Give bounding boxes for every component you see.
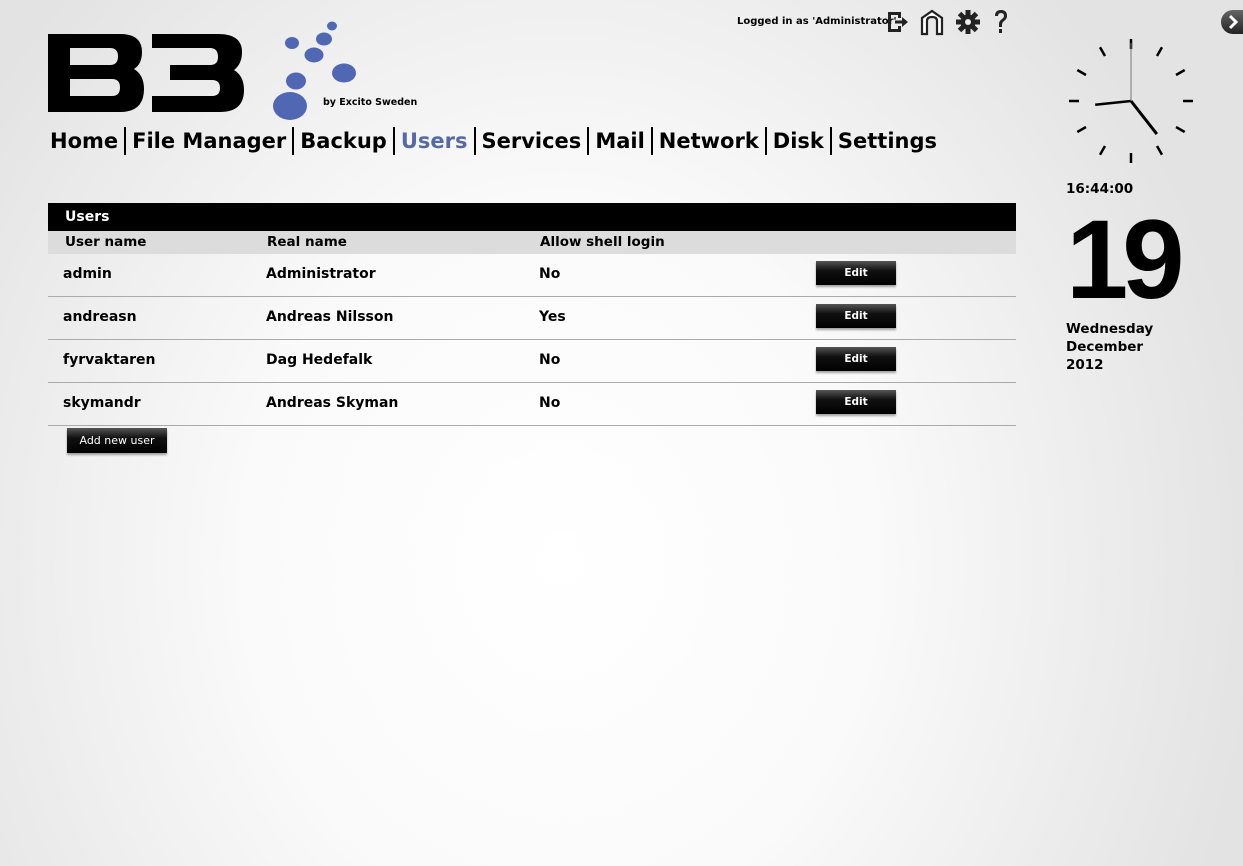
bubbles-logo	[268, 18, 360, 124]
table-row: admin Administrator No Edit	[48, 254, 1016, 297]
analog-clock	[1066, 36, 1196, 166]
nav-settings[interactable]: Settings	[834, 127, 941, 155]
edit-user-button[interactable]: Edit	[816, 261, 896, 285]
nav-separator	[473, 127, 476, 155]
home-icon[interactable]	[919, 8, 945, 36]
main-nav: Home File Manager Backup Users Services …	[46, 127, 941, 155]
nav-services[interactable]: Services	[478, 127, 586, 155]
edit-user-button[interactable]: Edit	[816, 390, 896, 414]
nav-separator	[292, 127, 295, 155]
day-number: 19	[1066, 197, 1185, 322]
users-table-header: User name Real name Allow shell login	[48, 231, 1016, 254]
table-row: andreasn Andreas Nilsson Yes Edit	[48, 297, 1016, 340]
add-new-user-button[interactable]: Add new user	[67, 428, 167, 453]
clock-tick	[1175, 125, 1186, 134]
edit-user-button[interactable]: Edit	[816, 304, 896, 328]
logout-icon[interactable]	[884, 8, 910, 36]
shell-login-cell: No	[539, 352, 561, 368]
clock-tick	[1076, 68, 1087, 77]
username-cell: skymandr	[63, 395, 141, 411]
clock-tick	[1098, 145, 1107, 156]
digital-time: 16:44:00	[1066, 181, 1134, 197]
clock-tick	[1175, 68, 1186, 77]
username-cell: andreasn	[63, 309, 137, 325]
username-cell: admin	[63, 266, 112, 282]
realname-cell: Andreas Nilsson	[266, 309, 394, 325]
clock-hour-hand	[1129, 100, 1159, 136]
logo-byline: by Excito Sweden	[323, 97, 418, 108]
nav-separator	[124, 127, 127, 155]
nav-users[interactable]: Users	[397, 127, 472, 155]
logged-in-label: Logged in as 'Administrator'	[737, 16, 897, 27]
clock-tick	[1098, 46, 1107, 57]
nav-separator	[829, 127, 832, 155]
username-cell: fyrvaktaren	[63, 352, 156, 368]
b3-logo	[48, 34, 244, 112]
realname-cell: Dag Hedefalk	[266, 352, 373, 368]
shell-login-cell: No	[539, 266, 561, 282]
realname-cell: Andreas Skyman	[266, 395, 399, 411]
table-row: fyrvaktaren Dag Hedefalk No Edit	[48, 340, 1016, 383]
nav-file-manager[interactable]: File Manager	[128, 127, 290, 155]
gear-icon[interactable]	[955, 8, 981, 36]
nav-separator	[587, 127, 590, 155]
users-panel-title: Users	[48, 203, 1016, 231]
col-shell-header: Allow shell login	[540, 234, 665, 250]
help-icon[interactable]	[988, 8, 1014, 36]
nav-disk[interactable]: Disk	[769, 127, 828, 155]
col-realname-header: Real name	[267, 234, 347, 250]
weekday-label: Wednesday	[1066, 321, 1154, 337]
shell-login-cell: Yes	[539, 309, 566, 325]
nav-separator	[392, 127, 395, 155]
nav-home[interactable]: Home	[46, 127, 122, 155]
chevron-right-icon	[1228, 14, 1239, 30]
realname-cell: Administrator	[266, 266, 376, 282]
month-label: December	[1066, 339, 1144, 355]
nav-separator	[650, 127, 653, 155]
sidebar-toggle-button[interactable]	[1221, 10, 1243, 34]
nav-network[interactable]: Network	[655, 127, 763, 155]
users-panel: Users User name Real name Allow shell lo…	[48, 203, 1016, 426]
nav-separator	[764, 127, 767, 155]
col-username-header: User name	[65, 234, 147, 250]
edit-user-button[interactable]: Edit	[816, 347, 896, 371]
year-label: 2012	[1066, 357, 1104, 373]
clock-tick	[1155, 145, 1164, 156]
clock-tick	[1155, 46, 1164, 57]
clock-minute-hand	[1095, 99, 1132, 107]
clock-tick	[1076, 125, 1087, 134]
nav-backup[interactable]: Backup	[296, 127, 391, 155]
nav-mail[interactable]: Mail	[591, 127, 648, 155]
table-row: skymandr Andreas Skyman No Edit	[48, 383, 1016, 426]
shell-login-cell: No	[539, 395, 561, 411]
